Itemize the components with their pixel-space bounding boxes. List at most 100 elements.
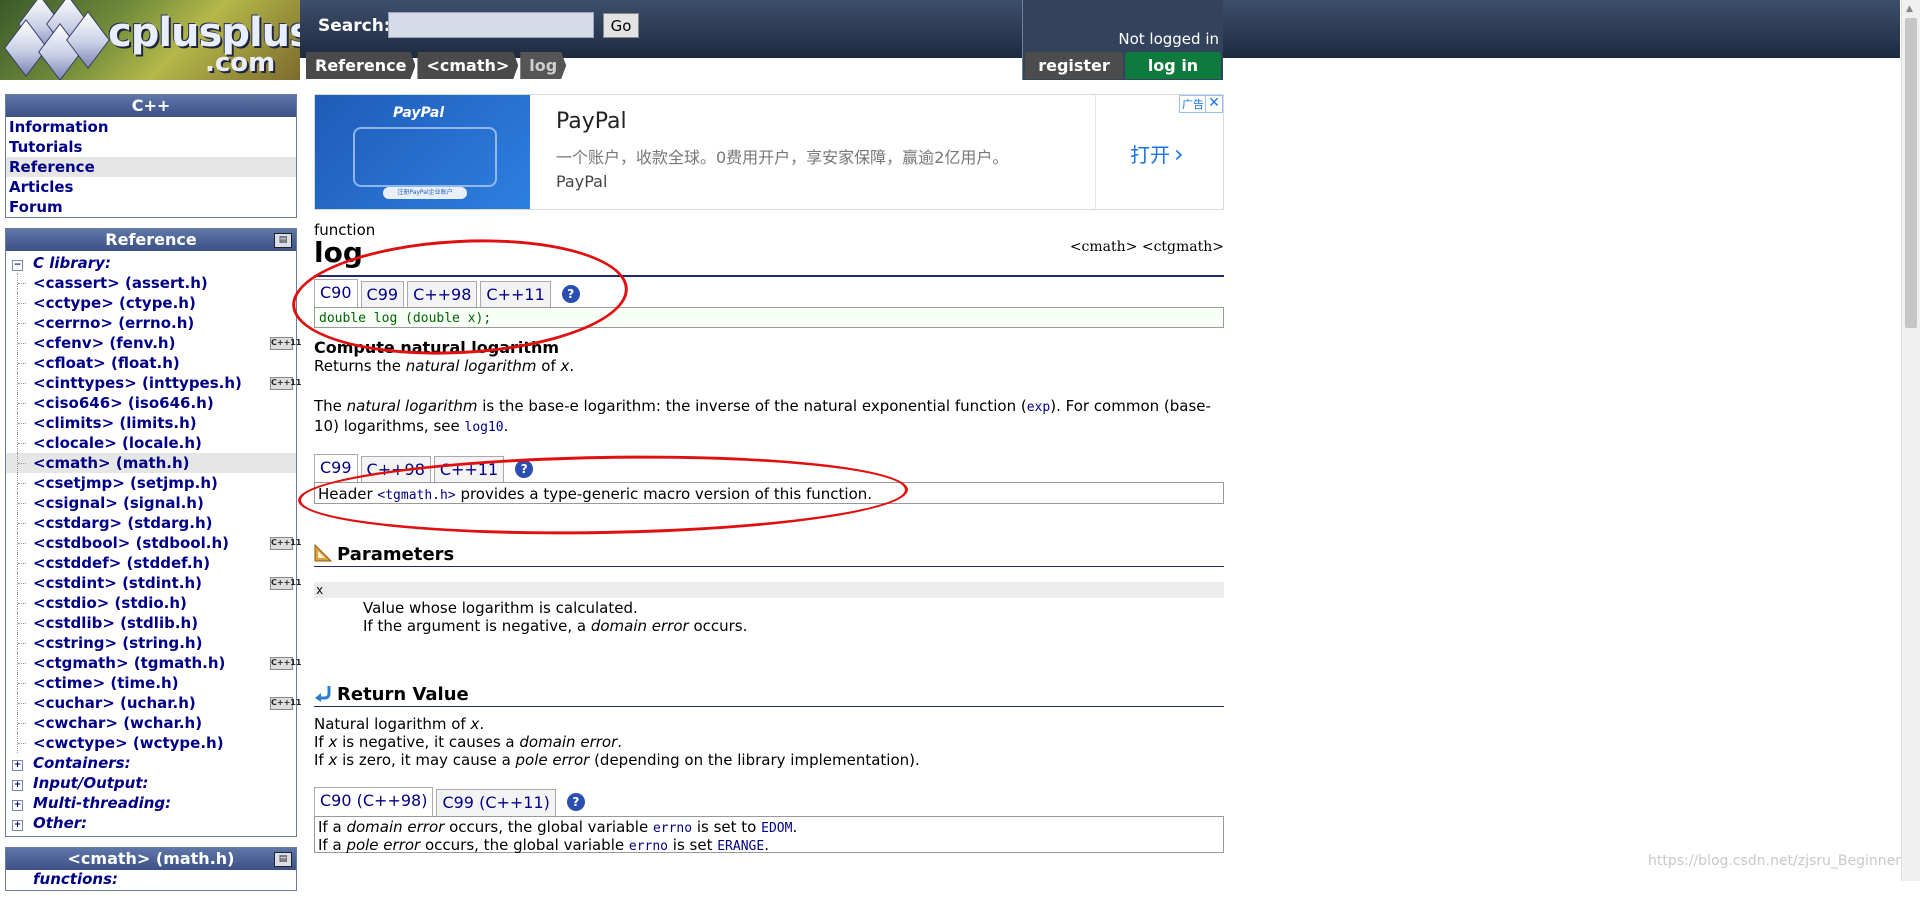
scroll-up-icon[interactable]: ▲ <box>1906 4 1913 14</box>
library-item[interactable]: <csetjmp> (setjmp.h) <box>6 473 296 493</box>
nav-articles[interactable]: Articles <box>6 177 296 197</box>
tab-cpp98[interactable]: C++98 <box>360 456 431 483</box>
help-icon[interactable]: ? <box>566 793 585 811</box>
tab-cpp11[interactable]: C++11 <box>480 281 551 308</box>
register-button[interactable]: register <box>1025 52 1123 79</box>
prototype-code: double log (double x); <box>314 307 1224 328</box>
library-item[interactable]: <cctype> (ctype.h) <box>6 293 296 313</box>
category-label: Multi-threading: <box>33 794 172 812</box>
search-input[interactable] <box>388 12 594 38</box>
library-item[interactable]: <cstddef> (stddef.h) <box>6 553 296 573</box>
category-containers[interactable]: + Containers: <box>6 753 296 773</box>
tab-c99[interactable]: C99 <box>314 454 358 483</box>
tree-line <box>17 693 28 713</box>
library-item[interactable]: <cinttypes> (inttypes.h) C++11 <box>6 373 301 393</box>
expand-icon[interactable]: + <box>12 780 23 791</box>
exp-link[interactable]: exp <box>1027 400 1050 415</box>
ad-banner[interactable]: PayPal 注册PayPal企业账户 PayPal 一个账户，收款全球。0费用… <box>314 94 1224 210</box>
book-icon[interactable]: ▤ <box>274 852 292 867</box>
library-item[interactable]: <ciso646> (iso646.h) <box>6 393 296 413</box>
header-links[interactable]: <cmath> <ctgmath> <box>1070 239 1224 255</box>
login-button[interactable]: log in <box>1125 52 1221 79</box>
tab-cpp11[interactable]: C++11 <box>433 456 505 483</box>
nav-forum[interactable]: Forum <box>6 197 296 217</box>
ret-text: is zero, it may cause a <box>337 751 516 769</box>
ret-text: If <box>314 733 329 751</box>
tree-line <box>17 453 28 473</box>
category-c-library[interactable]: − C library: <box>6 253 296 273</box>
summary-text: Returns the <box>314 357 406 375</box>
expand-icon[interactable]: + <box>12 800 23 811</box>
cpp11-badge-icon: C++11 <box>270 657 301 670</box>
expand-icon[interactable]: + <box>12 760 23 771</box>
ad-image[interactable]: PayPal 注册PayPal企业账户 <box>315 95 530 209</box>
ad-open-button[interactable]: 打开 › <box>1130 139 1184 168</box>
section-divider <box>314 706 1224 707</box>
ret-text: If <box>314 751 329 769</box>
library-label: <cinttypes> (inttypes.h) <box>33 374 242 392</box>
help-icon[interactable]: ? <box>561 285 580 303</box>
log10-link[interactable]: log10 <box>465 420 504 435</box>
nav-reference[interactable]: Reference <box>6 157 296 177</box>
library-item[interactable]: <climits> (limits.h) <box>6 413 296 433</box>
library-item[interactable]: <csignal> (signal.h) <box>6 493 296 513</box>
breadcrumb-reference[interactable]: Reference <box>306 52 415 79</box>
library-item[interactable]: <clocale> (locale.h) <box>6 433 296 453</box>
category-multi-threading[interactable]: + Multi-threading: <box>6 793 296 813</box>
tab-c99[interactable]: C99 <box>360 281 405 308</box>
library-item[interactable]: <cfloat> (float.h) <box>6 353 296 373</box>
summary-text: of <box>536 357 561 375</box>
category-input-output[interactable]: + Input/Output: <box>6 773 296 793</box>
errno-link[interactable]: errno <box>653 821 692 836</box>
library-item[interactable]: <ctime> (time.h) <box>6 673 296 693</box>
library-item[interactable]: <cfenv> (fenv.h) C++11 <box>6 333 301 353</box>
category-label: Other: <box>33 814 88 832</box>
go-button[interactable]: Go <box>603 13 639 38</box>
collapse-icon[interactable]: − <box>12 260 23 271</box>
tab-c99-cpp11[interactable]: C99 (C++11) <box>436 789 556 816</box>
nav-tutorials[interactable]: Tutorials <box>6 137 296 157</box>
library-item[interactable]: <cstdbool> (stdbool.h) C++11 <box>6 533 301 553</box>
library-item[interactable]: <cstdint> (stdint.h) C++11 <box>6 573 301 593</box>
tab-c90-cpp98[interactable]: C90 (C++98) <box>314 787 434 816</box>
tab-c90[interactable]: C90 <box>314 279 358 308</box>
param-text: occurs. <box>688 617 748 635</box>
ret-em: pole error <box>515 751 590 769</box>
library-item[interactable]: <cerrno> (errno.h) <box>6 313 296 333</box>
tgmath-link[interactable]: <tgmath.h> <box>377 488 455 503</box>
library-item[interactable]: <cwchar> (wchar.h) <box>6 713 296 733</box>
expand-icon[interactable]: + <box>12 820 23 831</box>
site-logo[interactable]: cplusplus .com <box>0 0 300 80</box>
scrollbar[interactable]: ▲ <box>1901 0 1920 881</box>
tab-cpp98[interactable]: C++98 <box>407 281 478 308</box>
param-name: x <box>314 582 1224 598</box>
close-icon[interactable]: ✕ <box>1205 95 1223 113</box>
reference-title: Reference ▤ <box>6 229 296 251</box>
ad-title[interactable]: PayPal <box>556 109 627 134</box>
library-item[interactable]: <cstdlib> (stdlib.h) <box>6 613 296 633</box>
nav-information[interactable]: Information <box>6 117 296 137</box>
watermark: https://blog.csdn.net/zjsru_Beginner <box>1648 853 1902 869</box>
book-icon[interactable]: ▤ <box>274 233 292 248</box>
tree-line <box>17 313 28 333</box>
library-item[interactable]: <cassert> (assert.h) <box>6 273 296 293</box>
library-item[interactable]: <cstdarg> (stdarg.h) <box>6 513 296 533</box>
scrollbar-thumb[interactable] <box>1905 18 1917 328</box>
summary-em: natural logarithm <box>405 357 537 375</box>
help-icon[interactable]: ? <box>515 460 534 478</box>
library-item[interactable]: <cstring> (string.h) <box>6 633 296 653</box>
library-label: <cstring> (string.h) <box>33 634 203 652</box>
errno-link[interactable]: errno <box>629 839 668 854</box>
library-item[interactable]: <cmath> (math.h) <box>6 453 296 473</box>
library-item[interactable]: <cuchar> (uchar.h) C++11 <box>6 693 301 713</box>
library-item[interactable]: <ctgmath> (tgmath.h) C++11 <box>6 653 301 673</box>
erange-link[interactable]: ERANGE <box>717 839 764 854</box>
library-item[interactable]: <cwctype> (wctype.h) <box>6 733 296 753</box>
tree-line <box>17 513 28 533</box>
edom-link[interactable]: EDOM <box>761 821 792 836</box>
reference-box: Reference ▤ − C library: <cassert> (asser… <box>5 228 301 837</box>
tree-line <box>17 293 28 313</box>
breadcrumb-cmath[interactable]: <cmath> <box>417 52 518 79</box>
category-other[interactable]: + Other: <box>6 813 296 833</box>
library-item[interactable]: <cstdio> (stdio.h) <box>6 593 296 613</box>
